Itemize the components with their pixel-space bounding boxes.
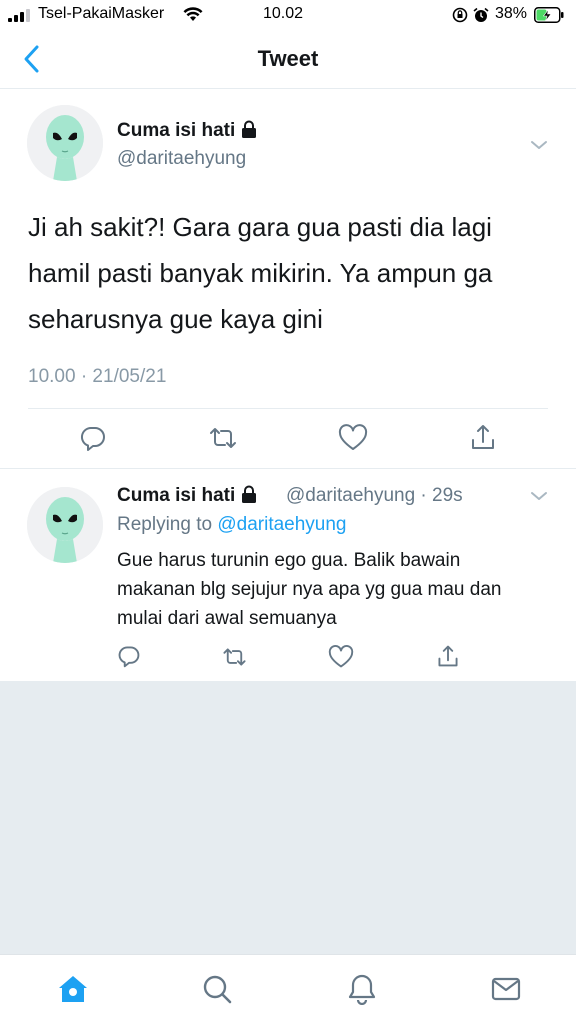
empty-timeline-area: [0, 682, 576, 954]
chevron-down-icon[interactable]: [530, 139, 548, 151]
retweet-icon[interactable]: [207, 424, 239, 452]
battery-charging-icon: [534, 7, 564, 23]
share-icon[interactable]: [469, 422, 497, 452]
avatar[interactable]: [27, 105, 103, 181]
avatar[interactable]: [27, 487, 103, 563]
divider: [28, 408, 548, 409]
alien-avatar-image: [27, 105, 103, 181]
tweet-timestamp[interactable]: 10.00 · 21/05/21: [28, 366, 166, 388]
like-icon[interactable]: [328, 645, 354, 669]
search-icon[interactable]: [201, 973, 233, 1005]
replying-to-mention[interactable]: @daritaehyung: [217, 514, 346, 535]
reply-handle-time[interactable]: @daritaehyung · 29s: [286, 485, 463, 507]
divider: [0, 468, 576, 469]
navigation-bar: Tweet: [0, 30, 576, 89]
alien-avatar-image: [27, 487, 103, 563]
tab-bar: [0, 954, 576, 1024]
tweet-text: Ji ah sakit?! Gara gara gua pasti dia la…: [28, 212, 493, 334]
alarm-icon: [473, 7, 489, 22]
protected-lock-icon: [242, 485, 257, 503]
battery-percentage: 38%: [495, 5, 528, 22]
status-time: 10.02: [263, 5, 304, 22]
wifi-icon: [183, 7, 203, 21]
reply-text: Gue harus turunin ego gua. Balik bawain …: [117, 550, 502, 629]
orientation-lock-icon: [452, 7, 468, 23]
home-icon[interactable]: [57, 973, 89, 1005]
messages-icon[interactable]: [490, 973, 522, 1005]
replying-to-label: Replying to: [117, 514, 218, 535]
tweet-author-handle[interactable]: @daritaehyung: [117, 148, 246, 170]
cellular-signal-icon: [8, 9, 30, 22]
retweet-icon[interactable]: [221, 645, 248, 669]
protected-lock-icon: [242, 120, 257, 138]
reply-icon[interactable]: [117, 644, 141, 668]
chevron-down-icon[interactable]: [530, 490, 548, 502]
reply-icon[interactable]: [79, 424, 107, 452]
display-name: Cuma isi hati: [117, 485, 236, 506]
reply-author-name[interactable]: Cuma isi hati: [117, 485, 257, 507]
notifications-icon[interactable]: [346, 973, 378, 1005]
tweet-author-name[interactable]: Cuma isi hati: [117, 120, 257, 142]
status-bar: Tsel-PakaiMasker 10.02 38%: [0, 0, 576, 30]
like-icon[interactable]: [338, 424, 368, 452]
page-title: Tweet: [257, 46, 319, 71]
carrier-name: Tsel-PakaiMasker: [38, 5, 165, 22]
replying-to-line: Replying to @daritaehyung: [117, 514, 347, 536]
share-icon[interactable]: [436, 643, 460, 669]
display-name: Cuma isi hati: [117, 120, 236, 141]
